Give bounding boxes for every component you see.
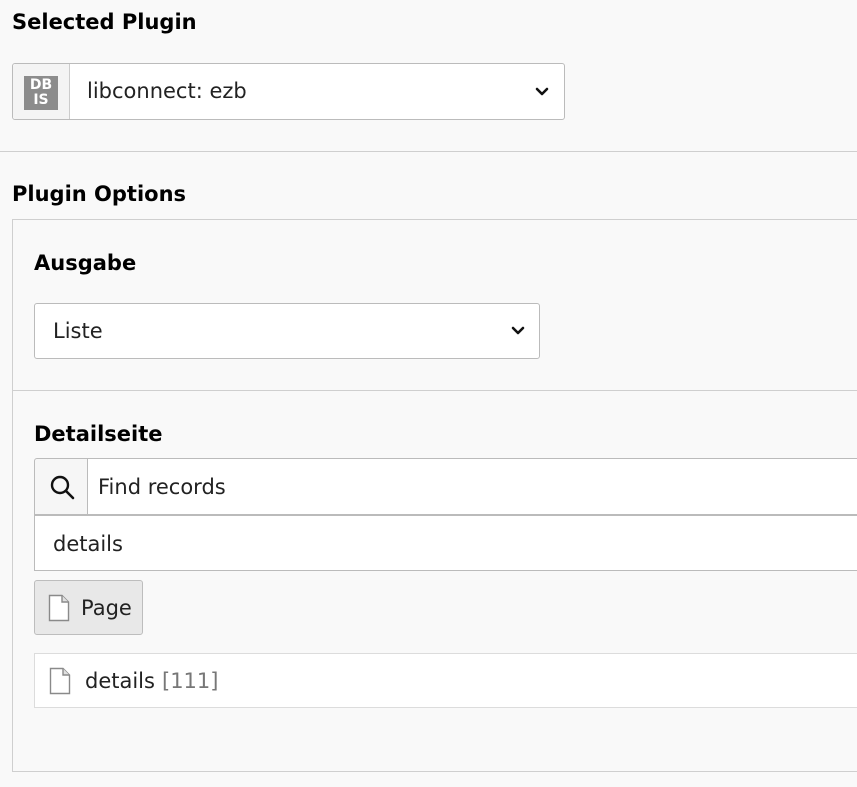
plugin-options-title: Plugin Options [12, 182, 187, 206]
plugin-select[interactable]: DB IS libconnect: ezb [12, 63, 565, 120]
search-icon [50, 475, 75, 500]
plugin-icon-box: DB IS [13, 64, 70, 119]
ausgabe-label: Ausgabe [34, 251, 137, 275]
search-button[interactable] [34, 458, 88, 515]
dbis-icon-top: DB [29, 77, 53, 93]
selected-plugin-title: Selected Plugin [12, 10, 197, 34]
detailseite-label: Detailseite [34, 422, 163, 446]
options-divider [13, 390, 857, 391]
chevron-down-icon [511, 326, 525, 335]
page-type-button[interactable]: Page [34, 580, 143, 635]
ausgabe-select-value: Liste [53, 319, 103, 343]
selected-record-row[interactable]: details [111] [34, 653, 857, 708]
page-icon [49, 667, 71, 695]
plugin-select-value: libconnect: ezb [87, 79, 247, 103]
page-button-label: Page [81, 596, 132, 620]
page-icon [48, 594, 70, 622]
record-search-field[interactable]: details [34, 515, 857, 571]
chevron-down-icon [535, 87, 549, 96]
find-records-input[interactable]: Find records [87, 458, 857, 515]
section-divider [0, 151, 857, 152]
plugin-settings-page: Selected Plugin DB IS libconnect: ezb Pl… [0, 0, 857, 787]
record-search-value: details [53, 532, 123, 556]
dbis-icon: DB IS [24, 76, 58, 110]
find-records-placeholder: Find records [98, 475, 226, 499]
dbis-icon-bottom: IS [33, 92, 49, 108]
record-name: details [85, 669, 155, 693]
record-id: [111] [162, 669, 219, 693]
ausgabe-select[interactable]: Liste [34, 303, 540, 359]
